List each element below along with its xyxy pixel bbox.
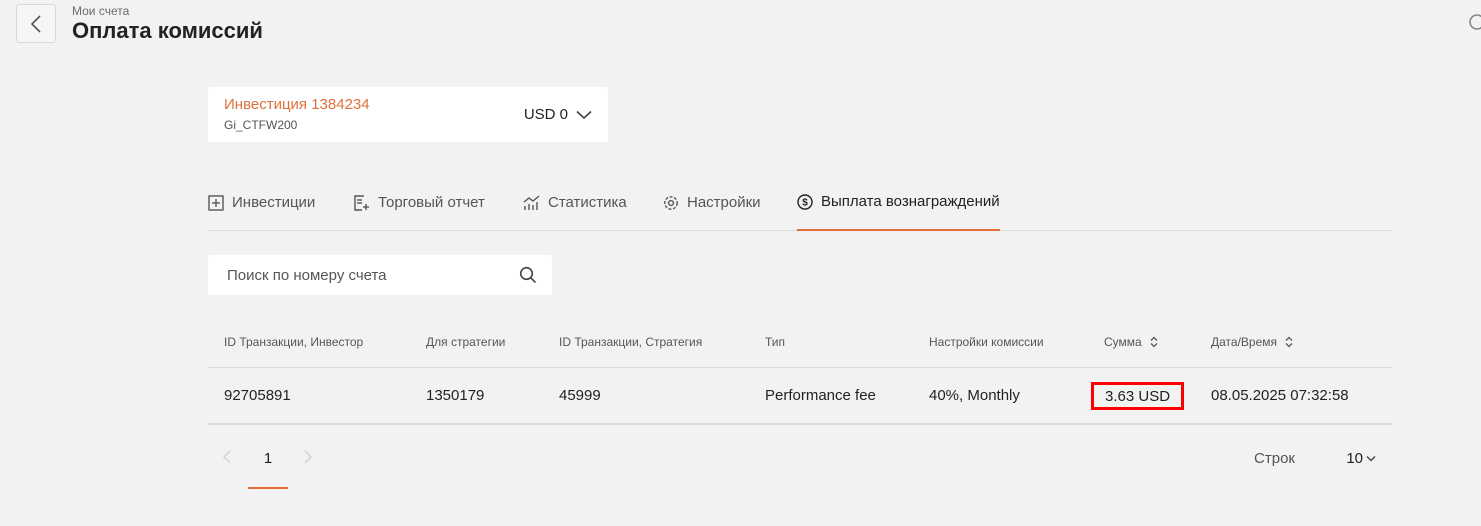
account-name: Инвестиция 1384234: [224, 96, 370, 113]
chevron-left-icon: [30, 14, 41, 33]
tab-label: Инвестиции: [232, 194, 316, 211]
tab-settings[interactable]: Настройки: [663, 178, 761, 231]
report-add-icon: [354, 194, 369, 211]
tab-label: Выплата вознаграждений: [821, 193, 1000, 210]
theme-toggle-icon[interactable]: [1467, 12, 1481, 32]
plus-square-icon: [208, 194, 224, 211]
cell-type: Performance fee: [765, 387, 876, 404]
chart-trend-icon: [523, 194, 540, 210]
cell-datetime: 08.05.2025 07:32:58: [1211, 387, 1349, 404]
account-strategy: Gi_CTFW200: [224, 118, 298, 132]
rows-per-page-select[interactable]: 10: [1346, 450, 1376, 467]
column-header: Для стратегии: [426, 335, 506, 349]
column-header: Настройки комиссии: [929, 335, 1044, 349]
search-box: [208, 255, 552, 295]
dollar-circle-icon: $: [797, 193, 813, 210]
tab-bar: Инвестиции Торговый отчет Статистика Нас…: [208, 178, 1392, 231]
search-icon[interactable]: [519, 266, 537, 289]
amount-highlight: 3.63 USD: [1091, 382, 1184, 410]
tab-rewards-payout[interactable]: $ Выплата вознаграждений: [797, 178, 1000, 231]
page-title: Оплата комиссий: [72, 18, 263, 43]
column-header: ID Транзакции, Стратегия: [559, 335, 703, 349]
rows-per-page-value: 10: [1346, 450, 1363, 467]
chevron-left-icon: [223, 450, 231, 464]
page-number[interactable]: 1: [248, 440, 288, 489]
account-balance-value: USD 0: [523, 106, 568, 123]
breadcrumb[interactable]: Мои счета: [72, 4, 129, 18]
table-row[interactable]: 92705891 1350179 45999 Performance fee 4…: [208, 368, 1392, 425]
transactions-table: ID Транзакции, Инвестор Для стратегии ID…: [208, 318, 1392, 425]
prev-page-button[interactable]: [223, 450, 231, 467]
sort-icon: [1285, 336, 1293, 348]
account-balance: USD 0: [524, 106, 592, 123]
tab-label: Статистика: [548, 194, 627, 211]
column-header: Тип: [765, 335, 786, 349]
next-page-button[interactable]: [304, 450, 312, 467]
rows-per-page-label: Строк: [1254, 450, 1295, 467]
cell-strategy: 1350179: [426, 387, 485, 404]
svg-text:$: $: [802, 197, 808, 208]
tab-label: Торговый отчет: [378, 194, 485, 211]
back-button[interactable]: [16, 4, 56, 43]
tab-label: Настройки: [687, 194, 761, 211]
cell-fee-settings: 40%, Monthly: [929, 387, 1020, 404]
sort-icon: [1150, 336, 1158, 348]
account-selector[interactable]: Инвестиция 1384234 Gi_CTFW200 USD 0: [208, 87, 608, 142]
cell-investor-tx-id: 92705891: [224, 387, 291, 404]
chevron-down-icon: [576, 110, 592, 119]
tab-investments[interactable]: Инвестиции: [208, 178, 315, 231]
chevron-down-icon: [1366, 456, 1376, 462]
cell-strategy-tx-id: 45999: [559, 387, 601, 404]
search-input[interactable]: [208, 255, 508, 295]
tab-statistics[interactable]: Статистика: [523, 178, 627, 231]
pagination: 1 Строк 10: [208, 440, 1392, 490]
column-header-amount-sort[interactable]: Сумма: [1104, 335, 1158, 349]
column-header-datetime-sort[interactable]: Дата/Время: [1211, 335, 1293, 349]
column-header: ID Транзакции, Инвестор: [224, 335, 364, 349]
chevron-right-icon: [304, 450, 312, 464]
tab-trading-report[interactable]: Торговый отчет: [353, 178, 485, 231]
table-header: ID Транзакции, Инвестор Для стратегии ID…: [208, 318, 1392, 368]
gear-icon: [664, 195, 678, 210]
cell-amount: 3.63 USD: [1105, 388, 1171, 405]
